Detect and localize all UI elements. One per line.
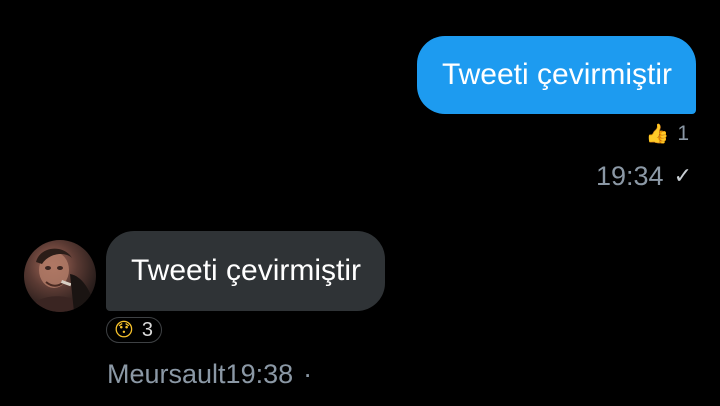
checkmark-icon: ✓ xyxy=(673,163,692,189)
avatar-image xyxy=(28,248,96,312)
message-timestamp: 19:34 xyxy=(595,160,664,191)
outgoing-message-bubble[interactable]: Tweeti çevirmiştir xyxy=(416,36,696,114)
reaction-count: 1 xyxy=(677,122,689,145)
separator-dot: · xyxy=(303,358,313,389)
reaction-count: 3 xyxy=(141,318,153,341)
incoming-message-bubble[interactable]: Tweeti çevirmiştir xyxy=(106,231,386,311)
outgoing-message-reaction[interactable]: 👍 1 xyxy=(646,121,689,147)
outgoing-message-text: Tweeti çevirmiştir xyxy=(441,58,672,91)
avatar[interactable] xyxy=(24,240,96,312)
message-timestamp: 19:38 xyxy=(225,358,294,389)
sender-name[interactable]: Meursault xyxy=(107,359,226,390)
incoming-message-reaction[interactable]: 😯 3 xyxy=(106,317,162,343)
thumbs-up-icon: 👍 xyxy=(645,122,670,145)
incoming-message-meta: Meursault 19:38 · xyxy=(107,356,312,392)
incoming-message-text: Tweeti çevirmiştir xyxy=(131,254,362,287)
outgoing-message-meta: 19:34 ✓ xyxy=(596,158,692,194)
surprised-face-icon: 😯 xyxy=(114,318,134,341)
